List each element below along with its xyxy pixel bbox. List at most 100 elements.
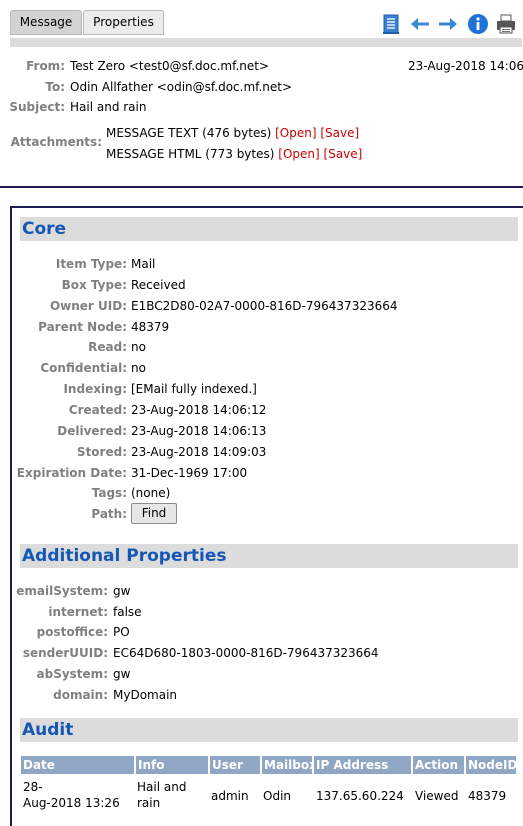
core-property-row: Indexing: [EMail fully indexed.] <box>12 380 512 398</box>
arrow-left-icon[interactable] <box>409 13 431 35</box>
audit-ip: 137.65.60.224 <box>316 789 404 803</box>
core-property-row: Expiration Date: 31-Dec-1969 17:00 <box>12 464 512 482</box>
to-value[interactable]: Odin Allfather <odin@sf.doc.mf.net> <box>70 78 292 96</box>
audit-col-info: Info <box>136 756 208 774</box>
attachment-name: MESSAGE TEXT (476 bytes) <box>106 126 272 140</box>
from-value[interactable]: Test Zero <test0@sf.doc.mf.net> <box>70 57 269 75</box>
core-property-label: Indexing: <box>63 382 127 397</box>
arrow-right-icon[interactable] <box>437 13 459 35</box>
core-property-label: Expiration Date: <box>16 465 127 480</box>
subject-row: Subject: Hail and rain <box>0 98 523 116</box>
additional-property-row: domain: MyDomain <box>12 686 512 704</box>
properties-pane: Core Item Type: Mail Box Type: Received Owne… <box>10 206 523 826</box>
audit-info-line2: rain <box>137 796 161 810</box>
attachment-open-link[interactable]: [Open] <box>275 126 316 140</box>
core-property-label: Stored: <box>76 444 127 459</box>
top-tab-bar: Message Properties <box>0 0 523 38</box>
audit-mailbox: Odin <box>263 789 292 803</box>
core-property-row: Parent Node: 48379 <box>12 318 512 336</box>
core-property-value: no <box>131 361 146 376</box>
additional-property-label: postoffice: <box>36 625 108 640</box>
core-property-value: E1BC2D80-02A7-0000-816D-796437323664 <box>131 298 398 313</box>
tab-message[interactable]: Message <box>10 10 82 35</box>
core-property-label: Confidential: <box>40 361 127 376</box>
core-property-value: (none) <box>131 486 171 501</box>
attachments-label-row: Attachments: <box>0 133 110 151</box>
audit-col-action: Action <box>413 756 464 774</box>
to-row: To: Odin Allfather <odin@sf.doc.mf.net> <box>0 78 523 96</box>
document-icon[interactable] <box>381 13 403 35</box>
core-property-value: Mail <box>131 257 156 271</box>
core-property-label: Item Type: <box>55 257 127 271</box>
audit-date-line1: 28- <box>23 780 43 794</box>
core-property-row: Owner UID: E1BC2D80-02A7-0000-816D-796437… <box>12 297 512 315</box>
additional-property-label: abSystem: <box>36 666 108 681</box>
core-property-label: Tags: <box>91 486 127 501</box>
additional-property-label: emailSystem: <box>16 584 108 598</box>
additional-property-label: domain: <box>53 687 108 702</box>
core-property-value: 23-Aug-2018 14:09:03 <box>131 444 267 459</box>
core-property-label: Owner UID: <box>49 298 127 313</box>
header-divider <box>0 186 523 188</box>
section-core-title: Core <box>20 217 518 241</box>
core-property-row: Path: <box>12 505 512 523</box>
audit-date-line2: Aug-2018 13:26 <box>23 796 120 810</box>
core-property-row: Item Type: Mail <box>12 255 512 273</box>
core-property-row: Delivered: 23-Aug-2018 14:06:13 <box>12 422 512 440</box>
subject-label: Subject: <box>9 100 65 114</box>
core-property-label: Read: <box>88 340 127 355</box>
header-separator <box>10 38 522 47</box>
attachment-name: MESSAGE HTML (773 bytes) <box>106 147 275 161</box>
core-property-label: Box Type: <box>61 277 127 292</box>
attachment-save-link[interactable]: [Save] <box>320 126 359 140</box>
core-property-label: Delivered: <box>57 423 127 438</box>
attachment-save-link[interactable]: [Save] <box>324 147 363 161</box>
section-additional-title: Additional Properties <box>20 544 518 568</box>
audit-col-date: Date <box>21 756 134 774</box>
to-label: To: <box>45 80 65 94</box>
audit-nodeid: 48379 <box>468 789 507 803</box>
core-property-value: no <box>131 340 146 355</box>
additional-property-label: internet: <box>48 604 108 619</box>
additional-property-value: MyDomain <box>113 687 178 702</box>
additional-property-row: postoffice: PO <box>12 623 512 641</box>
core-property-value: [EMail fully indexed.] <box>131 382 257 397</box>
audit-action: Viewed <box>415 789 459 803</box>
print-icon[interactable] <box>495 13 517 35</box>
tab-properties[interactable]: Properties <box>83 10 164 35</box>
core-property-row: Stored: 23-Aug-2018 14:09:03 <box>12 443 512 461</box>
additional-property-row: emailSystem: gw <box>12 582 512 600</box>
info-icon[interactable] <box>467 13 489 35</box>
audit-col-user: User <box>210 756 260 774</box>
attachment-open-link[interactable]: [Open] <box>278 147 319 161</box>
core-property-label: Created: <box>68 402 127 417</box>
additional-property-value: gw <box>113 666 131 681</box>
from-label: From: <box>26 59 65 73</box>
core-property-row: Tags: (none) <box>12 484 512 502</box>
additional-property-row: internet: false <box>12 603 512 621</box>
core-property-value: 23-Aug-2018 14:06:12 <box>131 402 267 417</box>
core-property-value: Received <box>131 277 186 292</box>
section-audit-title: Audit <box>20 718 518 742</box>
additional-property-row: abSystem: gw <box>12 665 512 683</box>
additional-property-value: PO <box>113 625 130 640</box>
additional-property-value: false <box>113 604 142 619</box>
message-date: 23-Aug-2018 14:06 <box>408 59 523 73</box>
attachment-item: MESSAGE TEXT (476 bytes) [Open] [Save] <box>106 124 359 142</box>
audit-info-line1: Hail and <box>137 780 187 794</box>
attachment-item: MESSAGE HTML (773 bytes) [Open] [Save] <box>106 145 362 163</box>
audit-col-nodeid: NodeID <box>466 756 518 774</box>
core-property-row: Confidential: no <box>12 359 512 377</box>
core-property-value: 48379 <box>131 319 170 334</box>
find-button[interactable]: Find <box>131 503 177 525</box>
core-property-label: Path: <box>91 507 127 522</box>
audit-col-mailbox: Mailbox <box>262 756 317 774</box>
core-property-value: 31-Dec-1969 17:00 <box>131 465 248 480</box>
core-property-row: Read: no <box>12 338 512 356</box>
core-property-row: Created: 23-Aug-2018 14:06:12 <box>12 401 512 419</box>
subject-value: Hail and rain <box>70 100 147 114</box>
core-property-value: 23-Aug-2018 14:06:13 <box>131 423 267 438</box>
additional-property-value: EC64D680-1803-0000-816D-796437323664 <box>113 646 379 661</box>
additional-property-value: gw <box>113 584 131 598</box>
additional-property-label: senderUUID: <box>22 646 108 661</box>
